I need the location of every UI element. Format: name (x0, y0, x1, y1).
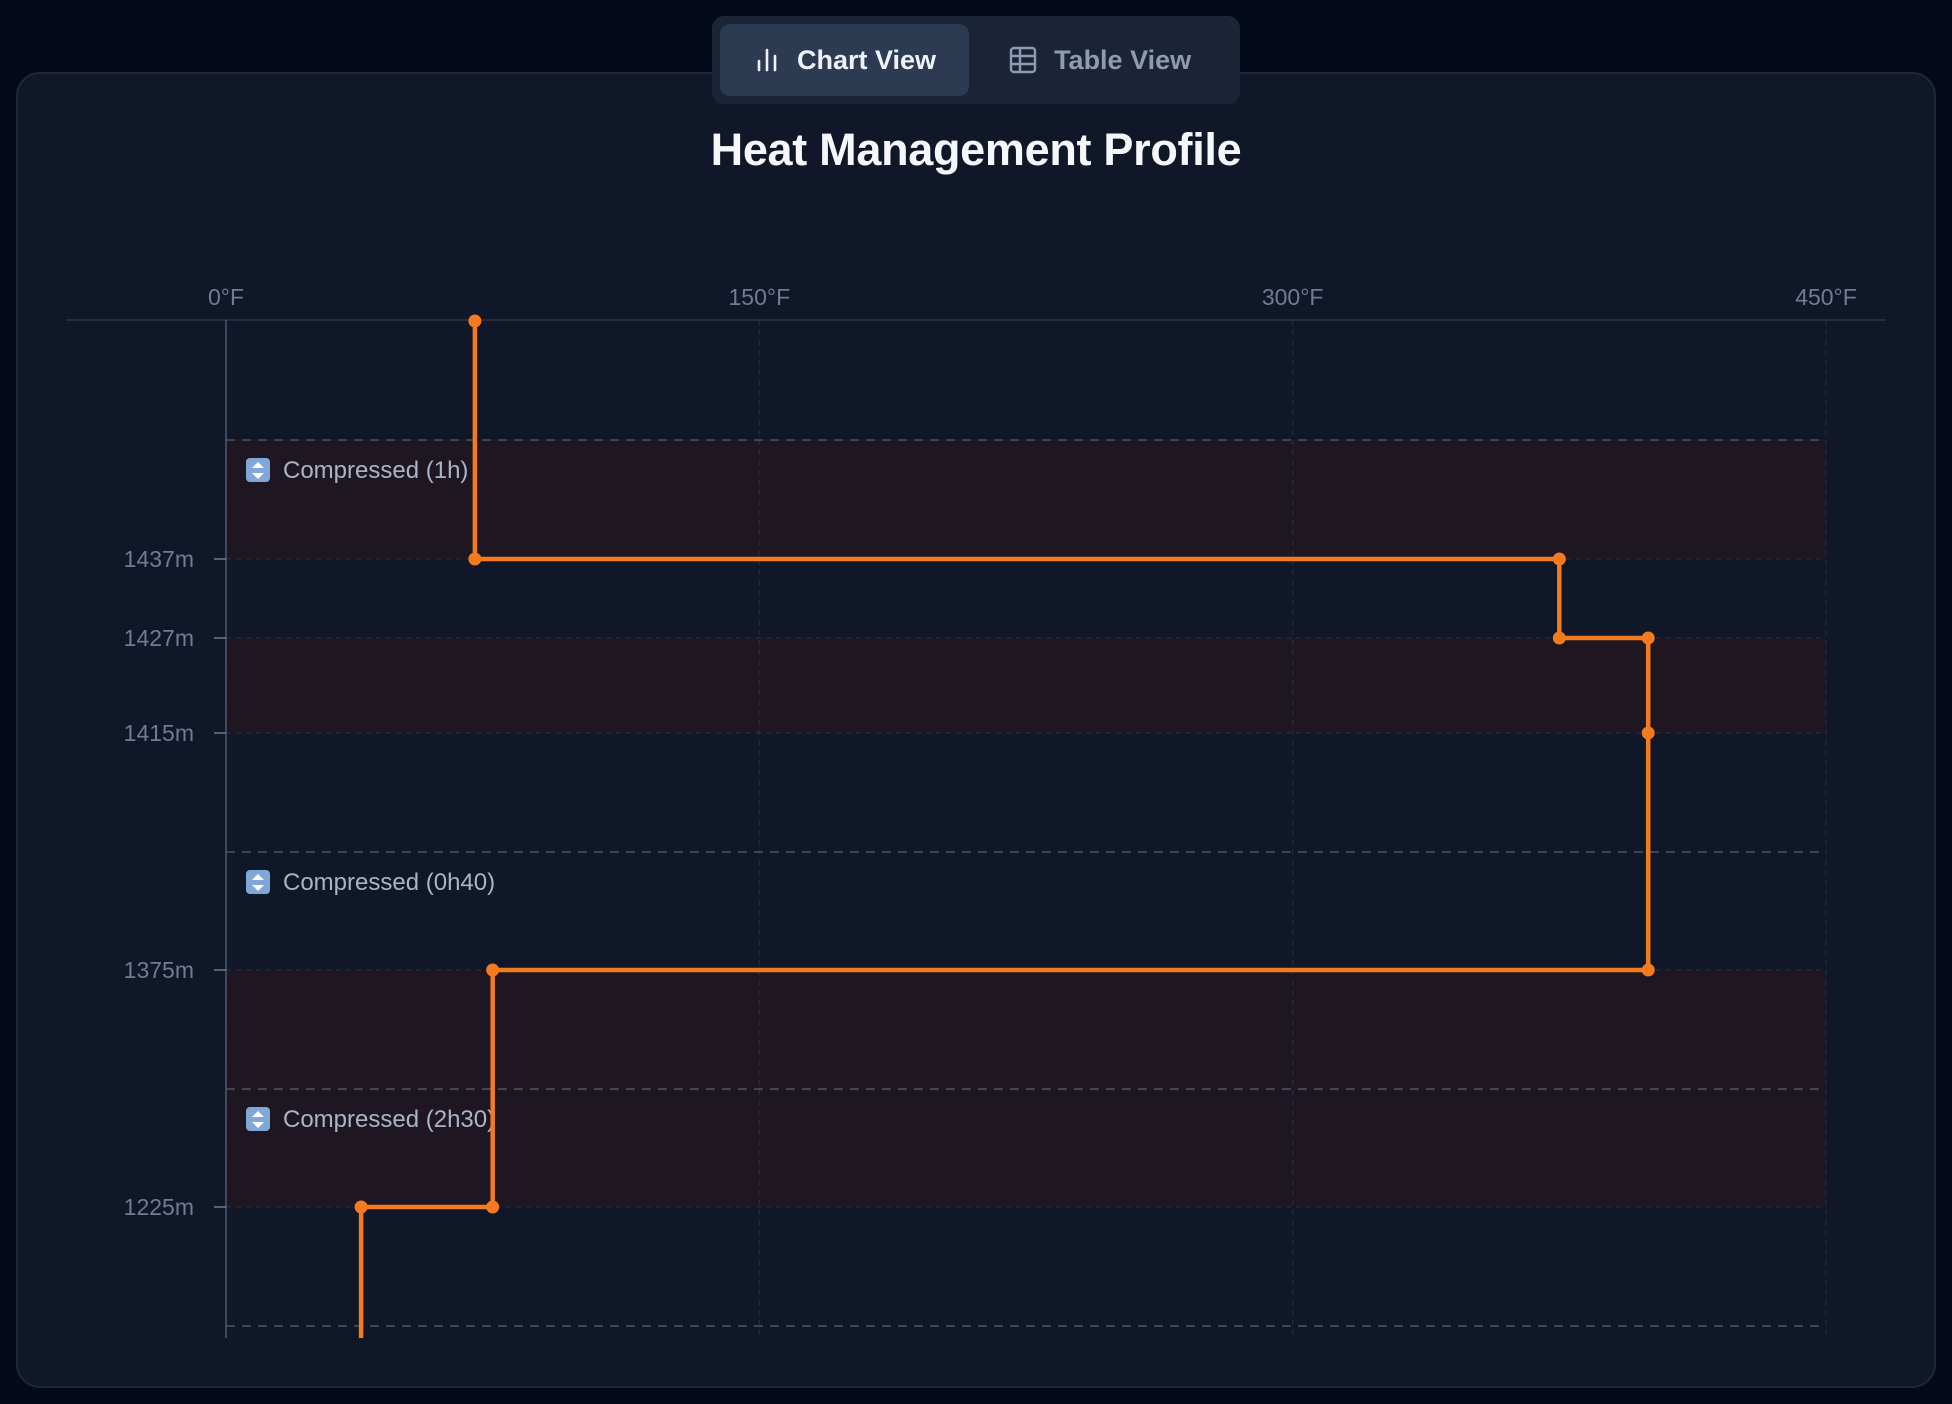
data-point (468, 552, 482, 566)
view-toggle: Chart View Table View (712, 16, 1240, 104)
y-tick-label: 1427m (124, 625, 194, 651)
segment-band (226, 638, 1826, 733)
x-tick-labels: 0°F 150°F 300°F 450°F (208, 284, 1857, 310)
compressed-label: Compressed (0h40) (283, 869, 495, 896)
up-down-arrow-icon (246, 458, 270, 482)
x-tick-label: 450°F (1795, 284, 1857, 310)
y-tick-label: 1225m (124, 1194, 194, 1220)
segment-band (226, 733, 1826, 852)
data-point (1552, 552, 1566, 566)
segment-band (226, 970, 1826, 1089)
y-tick-label: 1415m (124, 720, 194, 746)
segment-band (226, 320, 1826, 440)
table-icon (1008, 45, 1038, 75)
up-down-arrow-icon (246, 870, 270, 894)
compressed-indicator: Compressed (2h30) (246, 1106, 495, 1133)
x-tick-label: 0°F (208, 284, 244, 310)
y-tick-labels: 1437m 1427m 1415m 1375m 1225m (124, 546, 226, 1220)
y-tick-label: 1437m (124, 546, 194, 572)
compressed-indicator: Compressed (0h40) (246, 869, 495, 896)
x-tick-label: 300°F (1262, 284, 1324, 310)
compressed-label: Compressed (1h) (283, 457, 468, 484)
x-tick-label: 150°F (729, 284, 791, 310)
data-point (1552, 631, 1566, 645)
heat-profile-chart: 0°F 150°F 300°F 450°F 1437m1427m1415m1375m1… (66, 284, 1886, 1338)
up-down-arrow-icon (246, 1107, 270, 1131)
table-view-label: Table View (1054, 44, 1192, 75)
data-point (486, 963, 500, 977)
data-point (1641, 631, 1655, 645)
data-point (1641, 726, 1655, 740)
data-point (1641, 963, 1655, 977)
segment-band (226, 1207, 1826, 1326)
compressed-label: Compressed (2h30) (283, 1106, 495, 1133)
segment-band (226, 559, 1826, 638)
data-point (468, 314, 482, 328)
chart-view-label: Chart View (797, 44, 937, 75)
bar-chart-icon (753, 46, 781, 74)
y-tick-label: 1375m (124, 957, 194, 983)
chart-view-button[interactable]: Chart View (720, 24, 970, 96)
data-point (354, 1200, 368, 1214)
table-view-button[interactable]: Table View (975, 24, 1224, 96)
data-point (486, 1200, 500, 1214)
